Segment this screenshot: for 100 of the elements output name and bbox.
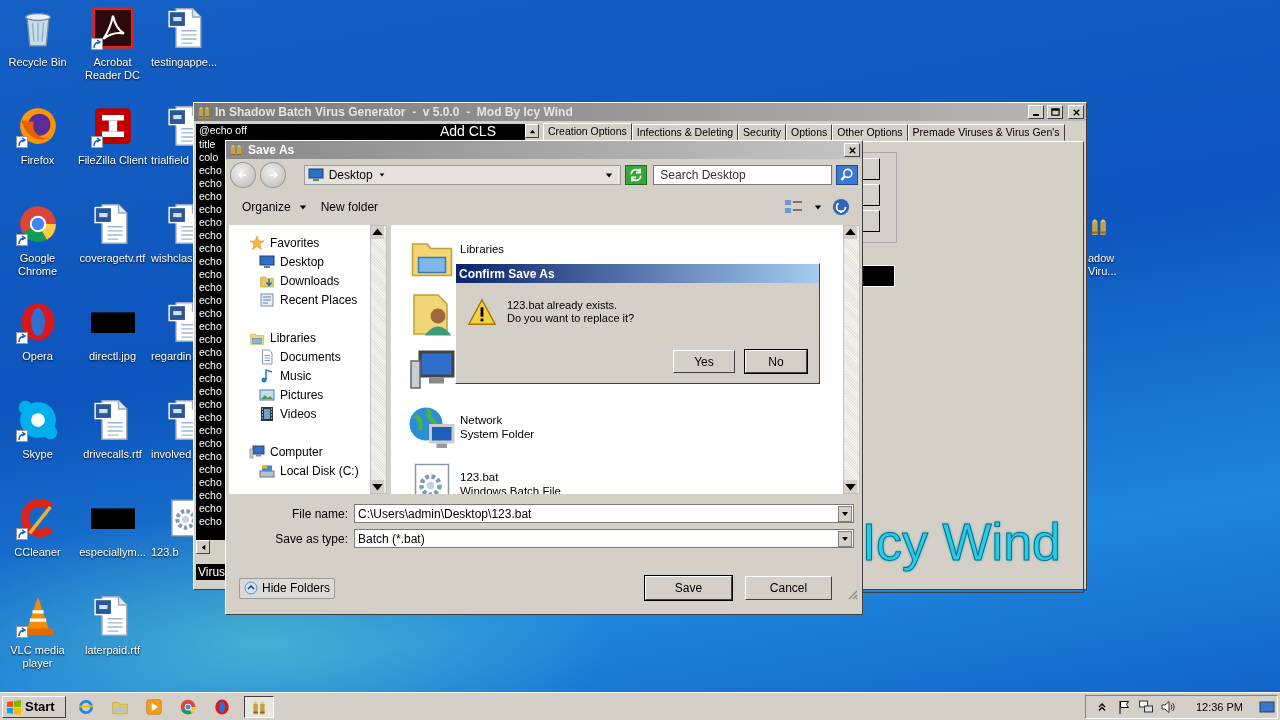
shortcut-arrow-icon [90,38,103,50]
nav-item[interactable]: Documents [229,347,370,366]
bullets-icon [228,142,244,158]
taskbar-button[interactable] [244,695,274,718]
icon-label[interactable]: testingappe... [150,56,218,69]
file-label[interactable]: Libraries [460,242,505,256]
arrow-up-icon [844,226,857,239]
icon-label[interactable]: coveragetv.rtf [75,252,150,265]
file-label[interactable]: Network [460,413,535,427]
icon-label[interactable]: Viru... [1088,265,1117,278]
icon-label[interactable]: involved [150,448,192,461]
tab[interactable]: Premade Viruses & Virus Gen's [907,124,1065,141]
browser-icon [179,697,197,716]
start-button[interactable]: Start [2,695,66,718]
dialog-button[interactable]: Cancel [745,576,832,600]
file-type-dropdown[interactable]: Batch (*.bat) [354,529,854,548]
window-title: In Shadow Batch Virus Generator - v 5.0.0 - Mod By Icy Wind [215,105,574,119]
icon-label[interactable]: CCleaner [0,546,75,559]
icon-label[interactable]: Acrobat Reader DC [75,56,150,82]
scroll-up-button[interactable] [525,124,539,138]
file-label[interactable]: System Folder [460,427,535,441]
shortcut-arrow-icon [15,626,28,638]
icon-label[interactable]: regardin [150,350,192,363]
icon-label[interactable]: wishclas [150,252,193,265]
icon-label[interactable]: VLC media player [0,644,75,670]
help-icon [832,198,850,216]
help-button[interactable] [830,196,852,218]
icon-label[interactable]: directl.jpg [75,350,150,363]
caret-icon [814,203,822,211]
scrollbar[interactable] [370,225,387,494]
refresh-button[interactable] [625,165,648,185]
browser-icon [77,697,95,716]
dialog-button[interactable]: Save [645,576,732,600]
icon-label[interactable]: especiallym... [75,546,150,559]
nav-item[interactable]: Favorites [229,233,370,252]
caret-icon [298,203,307,211]
file-label[interactable]: 123.bat [460,470,561,484]
nav-item[interactable]: Computer [229,442,370,461]
dialog-button[interactable]: Yes [673,350,735,373]
clock[interactable]: 12:36 PM [1195,700,1243,713]
address-bar[interactable]: Desktop [303,165,622,185]
speaker-icon[interactable] [1159,698,1176,715]
file-name-field[interactable]: C:\Users\admin\Desktop\123.bat [354,504,854,523]
maximize-button[interactable] [1047,105,1063,119]
resize-grip-icon[interactable] [846,588,858,600]
hide-folders-button[interactable]: Hide Folders [239,577,336,599]
field-label: Save as type: [274,531,348,546]
network-icon[interactable] [1137,698,1154,715]
minimize-button[interactable] [1028,105,1044,119]
show-desktop-icon[interactable] [1259,698,1275,715]
icon-label[interactable]: Recycle Bin [0,56,75,69]
icon-label[interactable]: FileZilla Client [75,154,150,167]
nav-item[interactable]: Music [229,366,370,385]
organize-button[interactable]: Organize [238,198,311,216]
dialog-button[interactable]: No [745,350,807,373]
browser-icon [213,697,231,716]
close-button[interactable] [1068,105,1084,119]
search-button[interactable] [836,165,858,185]
shortcut-arrow-icon [15,430,28,442]
close-icon [847,145,857,155]
nav-item[interactable]: Videos [229,404,370,423]
icon-label[interactable]: Google Chrome [0,252,75,278]
monitor-icon [259,253,275,270]
icon-label[interactable]: Opera [0,350,75,363]
dialog-title: Confirm Save As [459,266,555,281]
field-label: File name: [290,506,348,521]
scroll-left-button[interactable] [196,540,210,554]
nav-item[interactable]: Libraries [229,328,370,347]
icon-label[interactable]: adow [1088,252,1117,265]
add-cls-button[interactable]: Add CLS [439,124,496,138]
icon-label[interactable]: 123.b [150,546,179,559]
tab[interactable]: Creation Options [543,123,632,142]
nav-item[interactable]: Desktop [229,252,370,271]
play-icon [145,697,163,716]
arrow-up-icon [371,226,384,239]
nav-item[interactable]: Recent Places [229,290,370,309]
close-button[interactable] [844,143,860,157]
caret-icon [605,171,614,179]
shortcut-arrow-icon [15,332,28,344]
warning-icon [467,297,497,327]
scrollbar[interactable] [843,225,860,494]
shortcut-arrow-icon [15,234,28,246]
shortcut-arrow-icon [15,528,28,540]
view-list-icon [784,199,804,215]
icon-label[interactable]: Skype [0,448,75,461]
film-icon [259,405,275,422]
icon-label[interactable]: Firefox [0,154,75,167]
nav-item[interactable]: Pictures [229,385,370,404]
search-field[interactable]: Search Desktop [653,165,833,185]
star-icon [249,234,265,251]
icon-label[interactable]: drivecalls.rtf [75,448,150,461]
music-note-icon [259,367,275,384]
shortcut-arrow-icon [90,136,103,148]
nav-item[interactable]: Local Disk (C:) [229,461,370,480]
status-label: Virus [196,564,228,580]
tab[interactable]: Other Options [832,124,908,141]
swoosh-app-icon[interactable] [90,6,135,50]
new-folder-button[interactable]: New folder [316,198,383,216]
nav-item[interactable]: Downloads [229,271,370,290]
icon-label[interactable]: trialfield [150,154,189,167]
